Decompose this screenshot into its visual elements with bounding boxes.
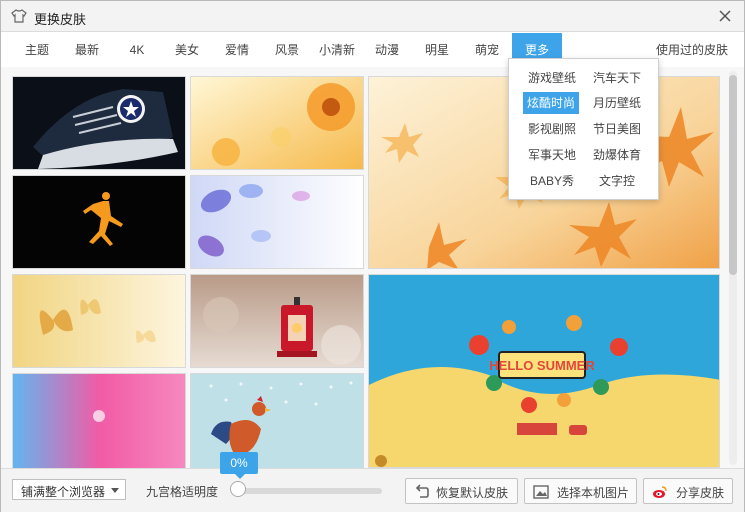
sneaker-image [13,77,185,169]
dropdown-item-movie[interactable]: 影视剧照 [523,118,581,140]
fill-mode-select[interactable]: 铺满整个浏览器 [12,479,126,500]
window-title: 更换皮肤 [34,12,87,27]
tab-scenery[interactable]: 风景 [265,33,309,67]
skin-tile-blue-petals[interactable] [190,175,364,269]
dropdown-item-festival[interactable]: 节日美图 [588,118,646,140]
skin-tile-orange-flowers[interactable] [190,76,364,170]
red-lantern-image [191,275,363,367]
chevron-down-icon [111,488,119,493]
dropdown-item-baby[interactable]: BABY秀 [523,170,581,192]
share-skin-button[interactable]: 分享皮肤 [643,478,733,504]
weibo-icon [653,486,667,498]
opacity-slider-track[interactable] [238,488,382,494]
summer-banner-text: HELLO SUMMER [489,358,595,373]
dropdown-item-game[interactable]: 游戏壁纸 [523,67,581,89]
image-icon [533,485,549,499]
used-skins-link[interactable]: 使用过的皮肤 [656,33,728,67]
more-categories-dropdown: 游戏壁纸 汽车天下 炫酷时尚 月历壁纸 影视剧照 节日美图 军事天地 劲爆体育 … [508,58,659,200]
tab-pets[interactable]: 萌宠 [465,33,509,67]
tooltip-arrow [235,474,245,479]
dropdown-item-text[interactable]: 文字控 [588,170,646,192]
opacity-value-tooltip: 0% [220,452,258,474]
share-skin-label: 分享皮肤 [676,486,725,500]
scrollbar-thumb[interactable] [729,75,737,275]
choose-local-image-button[interactable]: 选择本机图片 [524,478,637,504]
undo-icon [415,484,429,498]
close-icon[interactable] [714,5,736,27]
blue-petals-image [191,176,363,268]
title-bar: 更换皮肤 [1,1,744,32]
opacity-label: 九宫格适明度 [146,485,219,499]
hello-summer-image: HELLO SUMMER [369,275,719,467]
tab-theme[interactable]: 主题 [15,33,59,67]
opacity-slider-thumb[interactable] [230,481,246,497]
skin-tile-pink-gradient[interactable] [12,373,186,468]
restore-default-skin-label: 恢复默认皮肤 [436,486,509,500]
skin-tile-red-lantern[interactable] [190,274,364,368]
tab-beauty[interactable]: 美女 [165,33,209,67]
tab-love[interactable]: 爱情 [215,33,259,67]
skin-tile-jumpman[interactable] [12,175,186,269]
tab-latest[interactable]: 最新 [65,33,109,67]
dropdown-item-cars[interactable]: 汽车天下 [588,67,646,89]
choose-local-image-label: 选择本机图片 [557,486,630,500]
skin-tile-rooster[interactable] [190,373,364,468]
skin-window: 更换皮肤 主题 最新 4K 美女 爱情 风景 小清新 动漫 明星 萌宠 更多 使… [0,0,745,512]
rooster-image [191,374,363,468]
bottom-toolbar: 铺满整个浏览器 九宫格适明度 恢复默认皮肤 选择本机图片 分享皮肤 [1,468,744,512]
fill-mode-value: 铺满整个浏览器 [21,485,106,499]
skin-tile-hello-summer[interactable]: HELLO SUMMER [368,274,720,468]
jumpman-image [13,176,185,268]
tab-stars[interactable]: 明星 [415,33,459,67]
dropdown-item-calendar[interactable]: 月历壁纸 [588,92,646,114]
scrollbar[interactable] [729,71,737,465]
restore-default-skin-button[interactable]: 恢复默认皮肤 [405,478,518,504]
tab-fresh[interactable]: 小清新 [314,33,360,67]
skin-tile-butterflies[interactable] [12,274,186,368]
tab-4k[interactable]: 4K [115,33,159,67]
dropdown-item-sports[interactable]: 劲爆体育 [588,144,646,166]
pink-gradient-image [13,374,185,468]
shirt-icon [11,9,27,23]
dropdown-item-military[interactable]: 军事天地 [523,144,581,166]
tab-anime[interactable]: 动漫 [365,33,409,67]
dropdown-item-cool-fashion[interactable]: 炫酷时尚 [523,92,579,114]
butterflies-image [13,275,185,367]
orange-flowers-image [191,77,363,169]
skin-tile-sneaker[interactable] [12,76,186,170]
